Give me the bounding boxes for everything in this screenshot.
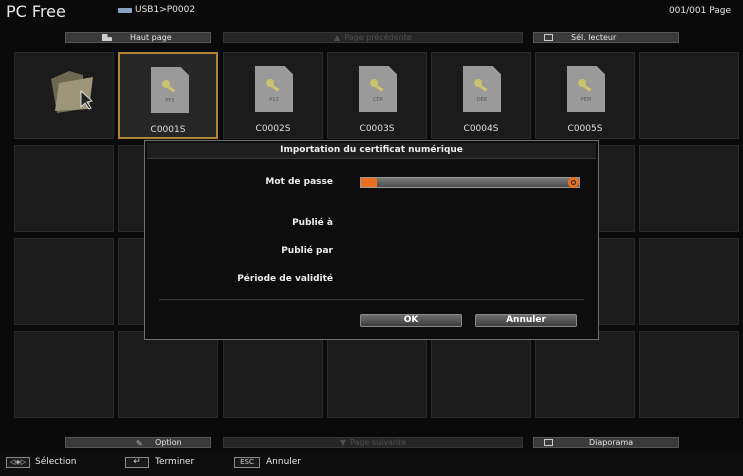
file-item[interactable]: PEM C0005S — [535, 52, 635, 139]
file-extension: CER — [372, 97, 384, 103]
text-cursor — [361, 178, 377, 187]
empty-cell — [639, 145, 739, 232]
file-extension: PFX — [165, 98, 175, 104]
file-name: C0004S — [463, 124, 499, 134]
page-counter: 001/001 Page — [668, 6, 731, 16]
empty-cell — [14, 145, 114, 232]
option-icon: ✎ — [136, 439, 143, 448]
slideshow-label: Diaporama — [589, 438, 634, 447]
previous-page-button[interactable]: ▲ Page précédente — [223, 32, 523, 43]
issued-to-label: Publié à — [292, 218, 333, 228]
select-drive-label: Sél. lecteur — [571, 33, 617, 42]
password-input[interactable] — [360, 177, 580, 188]
password-label: Mot de passe — [265, 177, 333, 187]
empty-cell — [639, 331, 739, 418]
next-page-label: Page suivante — [350, 438, 407, 447]
empty-cell — [327, 331, 427, 418]
dialog-divider — [159, 299, 584, 300]
certificate-import-dialog: Importation du certificat numérique Mot … — [144, 140, 599, 340]
file-extension: P12 — [269, 97, 279, 103]
previous-page-label: Page précédente — [344, 33, 412, 42]
cancel-button[interactable]: Annuler — [475, 314, 577, 327]
option-button[interactable]: ✎ Option — [65, 437, 211, 448]
key-icon — [162, 80, 176, 93]
file-name: C0003S — [359, 124, 395, 134]
parent-folder-cell[interactable] — [14, 52, 114, 139]
empty-cell — [14, 238, 114, 325]
file-name: C0005S — [567, 124, 603, 134]
home-page-button[interactable]: Haut page — [65, 32, 211, 43]
dialog-title: Importation du certificat numérique — [147, 143, 596, 159]
issued-by-label: Publié par — [281, 246, 333, 256]
select-drive-button[interactable]: Sél. lecteur — [533, 32, 679, 43]
certificate-file-icon: DER — [463, 66, 501, 112]
path-text: USB1>P0002 — [135, 5, 196, 15]
file-extension: DER — [476, 97, 488, 103]
file-item[interactable]: P12 C0002S — [223, 52, 323, 139]
option-label: Option — [155, 438, 182, 447]
empty-cell — [535, 331, 635, 418]
empty-cell — [14, 331, 114, 418]
certificate-file-icon: P12 — [255, 66, 293, 112]
usb-icon — [118, 7, 132, 13]
key-icon — [266, 79, 280, 92]
footer-key-guide: ◁◈▷ Sélection ↵ Terminer ESC Annuler — [0, 453, 743, 476]
select-hint: Sélection — [35, 457, 77, 467]
breadcrumb: USB1>P0002 — [118, 5, 195, 15]
certificate-file-icon: PEM — [567, 66, 605, 112]
file-name: C0001S — [150, 125, 186, 135]
slideshow-icon — [544, 439, 553, 446]
home-icon — [102, 34, 112, 41]
down-arrow-icon: ▼ — [339, 438, 346, 447]
folder-icon — [51, 71, 94, 113]
dpad-icon: ◁◈▷ — [6, 457, 30, 468]
file-item[interactable]: CER C0003S — [327, 52, 427, 139]
file-extension: PEM — [580, 97, 592, 103]
key-icon — [370, 79, 384, 92]
ok-button[interactable]: OK — [360, 314, 462, 327]
certificate-file-icon: PFX — [151, 67, 189, 113]
password-dial-icon[interactable] — [568, 177, 579, 188]
empty-cell — [431, 331, 531, 418]
cancel-hint: Annuler — [266, 457, 302, 467]
file-name: C0002S — [255, 124, 291, 134]
key-icon — [578, 79, 592, 92]
empty-cell — [223, 331, 323, 418]
slideshow-button[interactable]: Diaporama — [533, 437, 679, 448]
app-title: PC Free — [6, 2, 66, 21]
finish-hint: Terminer — [155, 457, 195, 467]
key-icon — [474, 79, 488, 92]
empty-cell — [639, 238, 739, 325]
home-page-label: Haut page — [130, 33, 172, 42]
next-page-button[interactable]: ▼ Page suivante — [223, 437, 523, 448]
file-item[interactable]: PFX C0001S — [118, 52, 218, 139]
drive-icon — [544, 34, 553, 41]
up-arrow-icon: ▲ — [334, 33, 341, 42]
enter-key-icon: ↵ — [125, 457, 149, 468]
empty-cell — [118, 331, 218, 418]
esc-key-icon: ESC — [234, 457, 260, 468]
certificate-file-icon: CER — [359, 66, 397, 112]
validity-period-label: Période de validité — [237, 274, 333, 284]
empty-cell — [639, 52, 739, 139]
file-item[interactable]: DER C0004S — [431, 52, 531, 139]
